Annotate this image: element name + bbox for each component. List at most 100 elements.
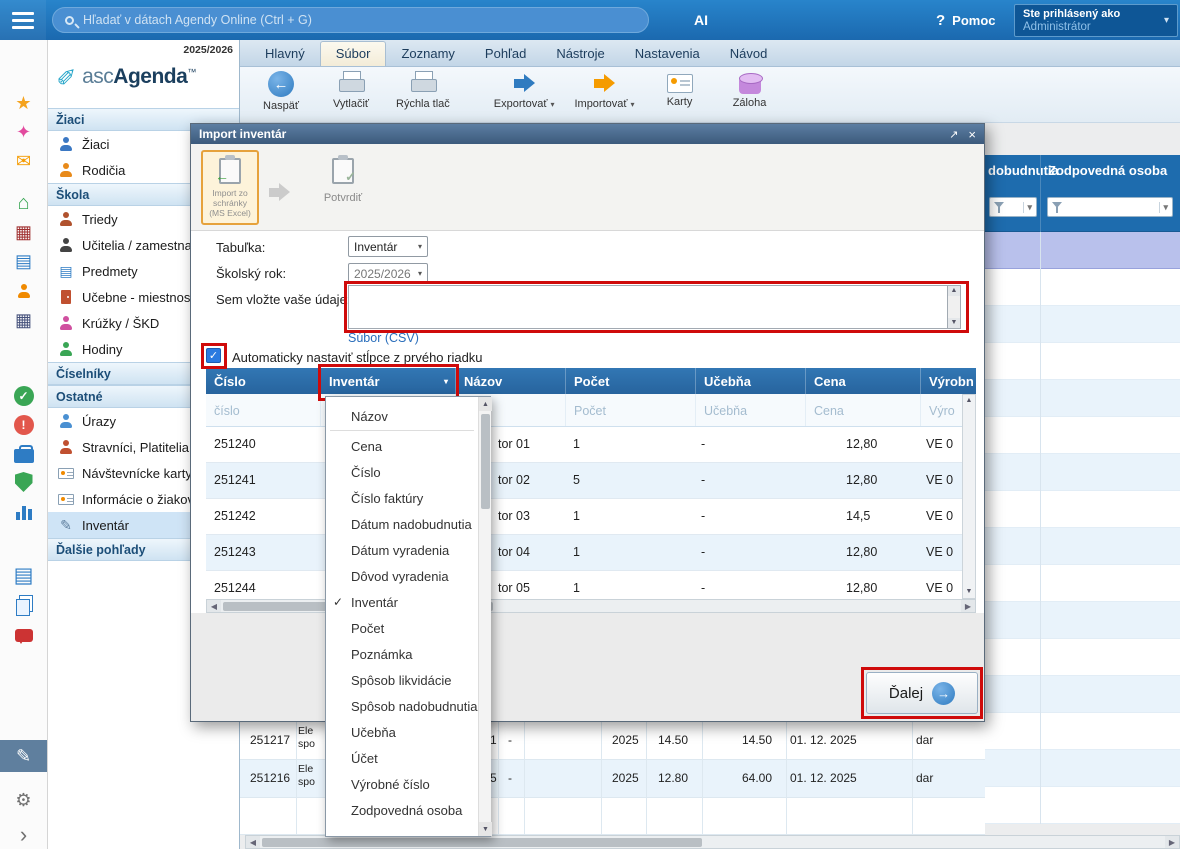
dropdown-item-zodpovedna-osoba[interactable]: Zodpovedná osoba <box>326 797 478 823</box>
dropdown-scrollbar[interactable]: ▲ ▼ <box>478 397 491 836</box>
scroll-right-icon[interactable]: ▶ <box>1165 836 1179 848</box>
documents-icon[interactable] <box>0 590 47 620</box>
scroll-up-icon[interactable]: ▲ <box>966 395 973 407</box>
inventory-tool-icon-selected[interactable]: ✎ <box>0 740 47 772</box>
table-row[interactable]: 251240 tor 01 1 - 12,80 VE 0 <box>206 427 976 463</box>
grid-header-vyrobne[interactable]: Výrobn <box>921 368 976 394</box>
main-horizontal-scrollbar[interactable]: ◀ ▶ <box>245 835 1180 849</box>
table-row[interactable] <box>985 343 1180 380</box>
dropdown-item-inventar-checked[interactable]: ✓Inventár <box>326 589 478 615</box>
dropdown-item-cislo-faktury[interactable]: Číslo faktúry <box>326 485 478 511</box>
star-icon[interactable]: ★ <box>0 88 47 118</box>
ai-button[interactable]: AI <box>694 0 708 40</box>
quick-print-button[interactable]: Rýchla tlač <box>396 67 450 122</box>
tab-zoznamy[interactable]: Zoznamy <box>386 42 469 66</box>
status-ok-icon[interactable]: ✓ <box>0 381 47 411</box>
home-icon[interactable]: ⌂ <box>0 188 47 218</box>
filter-cislo[interactable]: číslo <box>206 394 321 427</box>
schedule-icon[interactable]: ▦ <box>0 305 47 335</box>
tab-hlavny[interactable]: Hlavný <box>250 42 320 66</box>
table-row-selected[interactable] <box>985 232 1180 269</box>
hamburger-menu-button[interactable] <box>0 0 46 40</box>
table-row[interactable] <box>985 454 1180 491</box>
dropdown-item-ucebna[interactable]: Učebňa <box>326 719 478 745</box>
grid-header-nazov[interactable]: Názov <box>456 368 566 394</box>
table-row[interactable] <box>985 491 1180 528</box>
filter-dropdown[interactable]: ▾ <box>989 197 1037 217</box>
dropdown-item-datum-vyradenia[interactable]: Dátum vyradenia <box>326 537 478 563</box>
chat-icon[interactable] <box>0 620 47 650</box>
dropdown-item-vyrobne-cislo[interactable]: Výrobné číslo <box>326 771 478 797</box>
import-from-clipboard-button[interactable]: ← Import zo schránky (MS Excel) <box>201 150 259 225</box>
grid-header-cislo[interactable]: Číslo <box>206 368 321 394</box>
tab-nastavenia[interactable]: Nastavenia <box>620 42 715 66</box>
dialog-titlebar[interactable]: Import inventár ↗ × <box>191 124 984 144</box>
chart-icon[interactable] <box>0 496 47 526</box>
table-row[interactable] <box>985 269 1180 306</box>
books-icon[interactable]: ▤ <box>0 560 47 590</box>
grid-header-cena[interactable]: Cena <box>806 368 921 394</box>
dropdown-item-cena[interactable]: Cena <box>326 433 478 459</box>
backup-button[interactable]: Záloha <box>725 67 775 122</box>
table-row[interactable] <box>985 306 1180 343</box>
confirm-button[interactable]: ✓ Potvrdiť <box>307 150 379 225</box>
table-row[interactable] <box>985 528 1180 565</box>
filter-cena[interactable]: Cena <box>806 394 921 427</box>
filter-pocet[interactable]: Počet <box>566 394 696 427</box>
settings-gear-icon[interactable]: ⚙ <box>0 785 47 815</box>
student-icon[interactable] <box>0 276 47 306</box>
shield-icon[interactable] <box>0 467 47 497</box>
scroll-up-icon[interactable]: ▲ <box>479 397 492 411</box>
cards-button[interactable]: Karty <box>655 67 705 122</box>
back-button[interactable]: ← Naspäť <box>256 67 306 122</box>
briefcase-icon[interactable] <box>0 439 47 469</box>
calendar-icon[interactable]: ▦ <box>0 217 47 247</box>
table-row[interactable]: 251244 tor 05 1 - 12,80 VE 0 <box>206 571 976 599</box>
table-row[interactable] <box>985 713 1180 750</box>
scrollbar-thumb[interactable] <box>481 414 490 509</box>
dropdown-item-dovod-vyradenia[interactable]: Dôvod vyradenia <box>326 563 478 589</box>
table-row[interactable] <box>985 750 1180 787</box>
close-icon[interactable]: × <box>968 127 976 142</box>
scrollbar-thumb[interactable] <box>262 838 702 847</box>
tab-pohlad[interactable]: Pohľad <box>470 42 541 66</box>
mail-icon[interactable]: ✉ <box>0 146 47 176</box>
table-row[interactable] <box>985 676 1180 713</box>
export-button[interactable]: Exportovať▾ <box>494 67 555 122</box>
dropdown-item-pocet[interactable]: Počet <box>326 615 478 641</box>
table-row[interactable] <box>985 602 1180 639</box>
print-button[interactable]: Vytlačiť <box>326 67 376 122</box>
scroll-down-icon[interactable]: ▼ <box>966 586 973 598</box>
grid-vertical-scrollbar[interactable]: ▲ ▼ <box>962 394 976 599</box>
table-row[interactable]: 251241 tor 02 5 - 12,80 VE 0 <box>206 463 976 499</box>
book-icon[interactable]: ▤ <box>0 246 47 276</box>
next-button[interactable]: Ďalej → <box>866 672 978 714</box>
grid-horizontal-scrollbar[interactable]: ◀ ▶ <box>206 599 976 613</box>
status-alert-icon[interactable]: ! <box>0 410 47 440</box>
dropdown-item-sposob-likvidacie[interactable]: Spôsob likvidácie <box>326 667 478 693</box>
table-row[interactable]: 251243 tor 04 1 - 12,80 VE 0 <box>206 535 976 571</box>
import-button[interactable]: Importovať▾ <box>574 67 634 122</box>
help-button[interactable]: ? Pomoc <box>936 0 996 40</box>
scroll-left-icon[interactable]: ◀ <box>207 600 221 612</box>
table-select[interactable]: Inventár ▾ <box>348 236 428 257</box>
scroll-right-icon[interactable]: ▶ <box>961 600 975 612</box>
tab-subor[interactable]: Súbor <box>320 41 387 66</box>
csv-file-link[interactable]: Súbor (CSV) <box>348 331 419 345</box>
scroll-left-icon[interactable]: ◀ <box>246 836 260 848</box>
table-row[interactable] <box>985 639 1180 676</box>
grid-header-pocet[interactable]: Počet <box>566 368 696 394</box>
table-row[interactable] <box>985 417 1180 454</box>
dropdown-item-sposob-nadobudnutia[interactable]: Spôsob nadobudnutia <box>326 693 478 719</box>
table-row[interactable] <box>985 565 1180 602</box>
grid-header-ucebna[interactable]: Učebňa <box>696 368 806 394</box>
tab-nastroje[interactable]: Nástroje <box>541 42 619 66</box>
dropdown-item-ucet[interactable]: Účet <box>326 745 478 771</box>
scroll-down-icon[interactable]: ▼ <box>479 822 492 836</box>
dropdown-item-datum-nadobudnutia[interactable]: Dátum nadobudnutia <box>326 511 478 537</box>
filter-ucebna[interactable]: Učebňa <box>696 394 806 427</box>
filter-dropdown[interactable]: ▾ <box>1047 197 1173 217</box>
global-search-input[interactable]: Hľadať v dátach Agendy Online (Ctrl + G) <box>52 7 649 33</box>
expand-strip-chevron-icon[interactable]: › <box>0 820 47 849</box>
tab-navod[interactable]: Návod <box>715 42 783 66</box>
